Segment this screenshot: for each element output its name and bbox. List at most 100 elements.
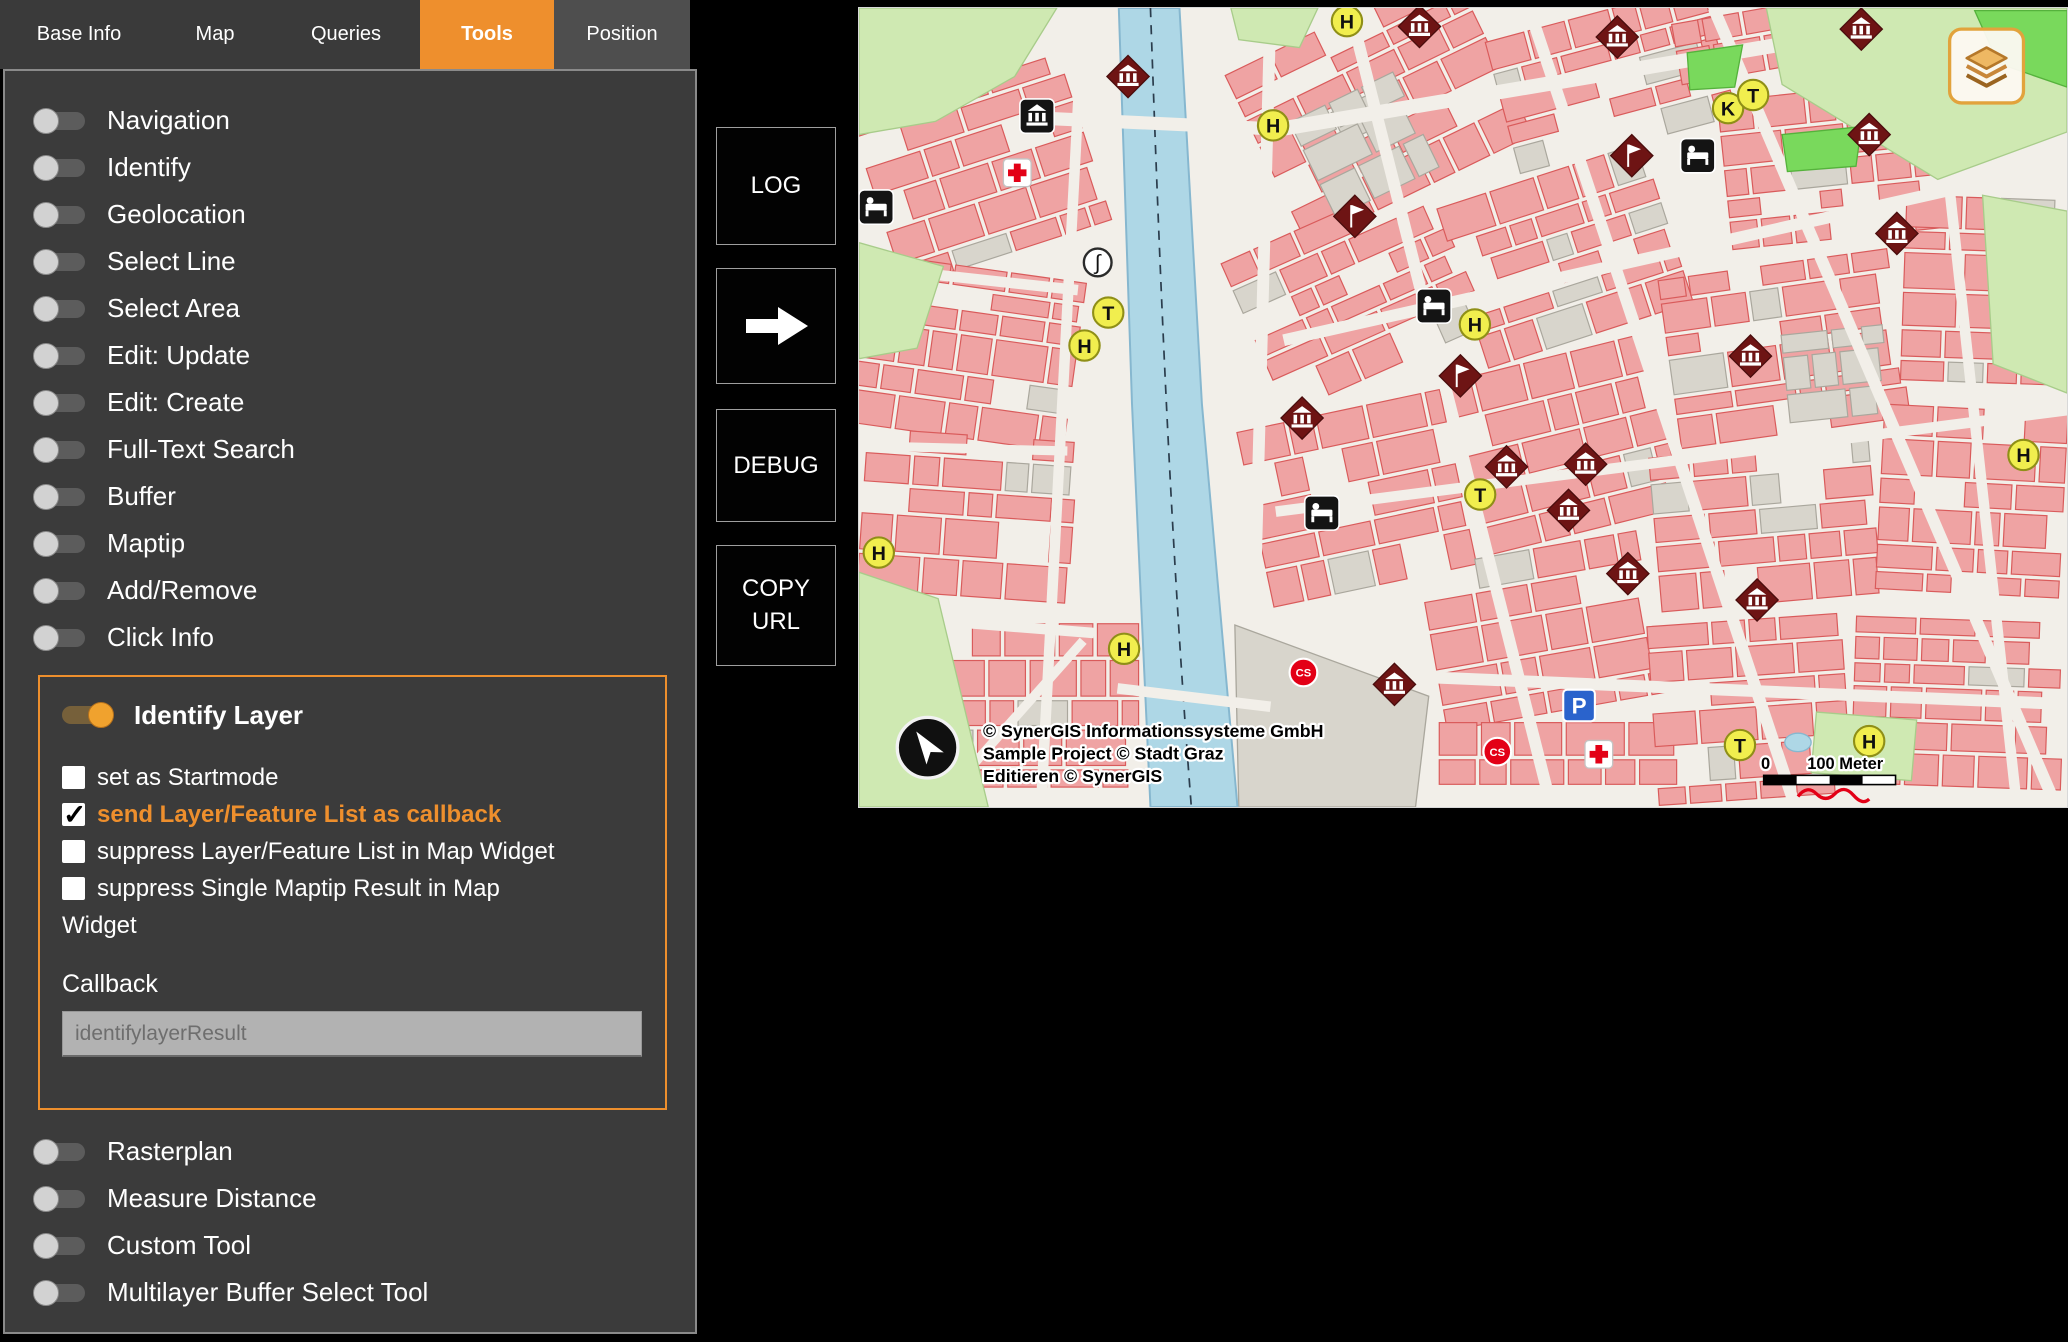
toggle-knob [33, 1186, 59, 1212]
identify-layer-options: set as Startmode send Layer/Feature List … [62, 759, 665, 944]
toggle-switch[interactable] [35, 253, 85, 271]
toggle-switch[interactable] [35, 488, 85, 506]
tool-toggle-click-info[interactable]: Click Info [5, 614, 695, 661]
next-button[interactable] [716, 268, 836, 384]
toggle-label: Buffer [107, 481, 176, 512]
tab-tools[interactable]: Tools [420, 0, 554, 69]
svg-text:∫: ∫ [1093, 252, 1102, 275]
toggle-knob [33, 390, 59, 416]
toggle-label: Edit: Create [107, 387, 244, 418]
toggle-knob [33, 578, 59, 604]
svg-text:T: T [1747, 85, 1759, 107]
tool-toggle-multilayer-buffer-select-tool[interactable]: Multilayer Buffer Select Tool [5, 1269, 695, 1316]
tool-toggle-buffer[interactable]: Buffer [5, 473, 695, 520]
toggle-switch[interactable] [35, 535, 85, 553]
toggle-switch[interactable] [35, 206, 85, 224]
toggle-switch[interactable] [35, 1190, 85, 1208]
toggle-switch[interactable] [35, 629, 85, 647]
tab-map[interactable]: Map [158, 0, 272, 69]
svg-text:P: P [1572, 693, 1587, 718]
toggle-knob [33, 1139, 59, 1165]
checkbox-send-layer-feature-list-as-callback[interactable] [62, 803, 85, 826]
compass-icon [897, 717, 958, 778]
toggle-switch[interactable] [35, 112, 85, 130]
toggle-label: Add/Remove [107, 575, 257, 606]
svg-text:T: T [1734, 735, 1746, 757]
tool-toggle-edit-update[interactable]: Edit: Update [5, 332, 695, 379]
tab-position[interactable]: Position [554, 0, 690, 69]
svg-text:H: H [2016, 445, 2030, 467]
scale-label: 100 Meter [1807, 755, 1884, 773]
callback-input[interactable] [62, 1011, 642, 1057]
checkbox-suppress-single-maptip-result-in-map-widget[interactable] [62, 877, 85, 900]
tool-toggle-select-area[interactable]: Select Area [5, 285, 695, 332]
map-widget[interactable]: HHKT∫THHHTHHCSPCSTH© SynerGIS Informatio… [858, 7, 2068, 808]
tool-toggle-identify[interactable]: Identify [5, 144, 695, 191]
toggle-knob [88, 702, 114, 728]
checkbox-label: set as Startmode [97, 764, 278, 791]
checkbox-label: suppress Single Maptip Result in Map Wid… [62, 875, 500, 939]
scale-start: 0 [1761, 755, 1770, 773]
svg-text:CS: CS [1490, 747, 1506, 759]
tool-toggle-maptip[interactable]: Maptip [5, 520, 695, 567]
toggle-knob [33, 296, 59, 322]
tab-base-info[interactable]: Base Info [0, 0, 158, 69]
toggle-knob [33, 531, 59, 557]
tool-toggle-list-bottom: Rasterplan Measure Distance Custom Tool Mul… [5, 1128, 695, 1316]
tool-toggle-navigation[interactable]: Navigation [5, 97, 695, 144]
identify-layer-toggle[interactable] [62, 706, 112, 724]
toggle-switch[interactable] [35, 441, 85, 459]
map-attribution: Sample Project © Stadt Graz [983, 744, 1224, 764]
layers-button[interactable] [1950, 29, 2024, 103]
toggle-switch[interactable] [35, 1237, 85, 1255]
svg-text:T: T [1102, 303, 1114, 325]
option-row-suppress-single-maptip-result-in-map-widget: suppress Single Maptip Result in Map Wid… [62, 870, 567, 944]
tool-toggle-select-line[interactable]: Select Line [5, 238, 695, 285]
checkbox-label: send Layer/Feature List as callback [97, 801, 501, 828]
toggle-switch[interactable] [35, 1284, 85, 1302]
toggle-label: Multilayer Buffer Select Tool [107, 1277, 428, 1308]
toggle-label: Select Area [107, 293, 240, 324]
toggle-label: Edit: Update [107, 340, 250, 371]
debug-button[interactable]: DEBUG [716, 409, 836, 522]
toggle-switch[interactable] [35, 394, 85, 412]
copy-url-button[interactable]: COPY URL [716, 545, 836, 666]
toggle-label: Measure Distance [107, 1183, 317, 1214]
log-button[interactable]: LOG [716, 127, 836, 245]
tool-toggle-add-remove[interactable]: Add/Remove [5, 567, 695, 614]
tool-toggle-geolocation[interactable]: Geolocation [5, 191, 695, 238]
checkbox-set-as-startmode[interactable] [62, 766, 85, 789]
svg-text:H: H [1077, 336, 1091, 358]
option-row-send-layer-feature-list-as-callback: send Layer/Feature List as callback [62, 796, 622, 833]
toggle-switch[interactable] [35, 300, 85, 318]
tab-queries[interactable]: Queries [272, 0, 420, 69]
tool-toggle-measure-distance[interactable]: Measure Distance [5, 1175, 695, 1222]
svg-text:K: K [1721, 98, 1736, 120]
tool-toggle-rasterplan[interactable]: Rasterplan [5, 1128, 695, 1175]
identify-layer-title: Identify Layer [134, 700, 303, 731]
toggle-switch[interactable] [35, 347, 85, 365]
toggle-switch[interactable] [35, 1143, 85, 1161]
toggle-knob [33, 249, 59, 275]
toggle-knob [33, 1280, 59, 1306]
toggle-knob [33, 155, 59, 181]
option-row-suppress-layer-feature-list-in-map-widget: suppress Layer/Feature List in Map Widge… [62, 833, 622, 870]
identify-layer-panel: Identify Layer set as Startmode send Laye… [38, 675, 667, 1110]
tab-bar: Base InfoMapQueriesToolsPosition [0, 0, 690, 69]
map-canvas[interactable]: HHKT∫THHHTHHCSPCSTH© SynerGIS Informatio… [859, 8, 2067, 807]
tool-toggle-full-text-search[interactable]: Full-Text Search [5, 426, 695, 473]
toggle-knob [33, 108, 59, 134]
toggle-switch[interactable] [35, 159, 85, 177]
tool-toggle-edit-create[interactable]: Edit: Create [5, 379, 695, 426]
toggle-switch[interactable] [35, 582, 85, 600]
toggle-label: Navigation [107, 105, 230, 136]
svg-text:H: H [1266, 116, 1280, 138]
toggle-knob [33, 202, 59, 228]
callback-label: Callback [62, 970, 665, 999]
map-attribution: © SynerGIS Informationssysteme GmbH [983, 721, 1324, 741]
toggle-label: Select Line [107, 246, 236, 277]
checkbox-suppress-layer-feature-list-in-map-widget[interactable] [62, 840, 85, 863]
tools-panel: Navigation IdentifyGeolocation Select Line… [3, 69, 697, 1334]
arrow-right-icon [738, 300, 814, 352]
tool-toggle-custom-tool[interactable]: Custom Tool [5, 1222, 695, 1269]
